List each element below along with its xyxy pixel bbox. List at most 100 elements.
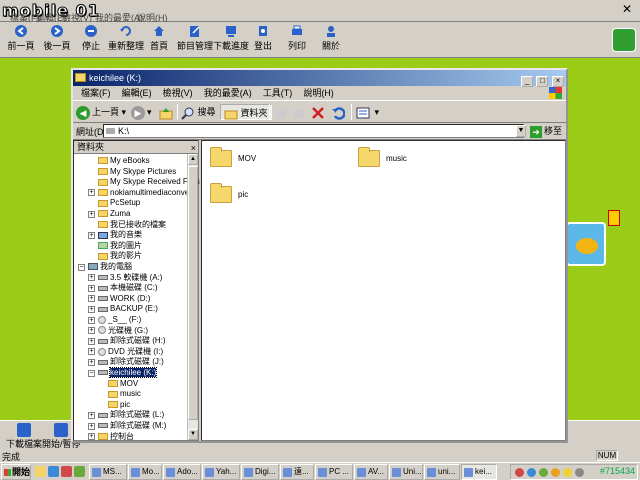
task-button[interactable]: Ado... bbox=[163, 464, 201, 480]
start-button[interactable]: 開始 bbox=[1, 464, 31, 480]
tree-item[interactable]: 光碟機 (G:) bbox=[98, 326, 148, 336]
task-button[interactable]: Uni... bbox=[389, 464, 423, 480]
tree-item[interactable]: WORK (D:) bbox=[98, 294, 150, 304]
tree-item[interactable]: 3.5 軟碟機 (A:) bbox=[98, 273, 162, 283]
tree-item[interactable]: music bbox=[108, 389, 141, 399]
task-button[interactable]: 遠... bbox=[280, 464, 314, 480]
tree-item[interactable]: MOV bbox=[108, 379, 138, 389]
explorer-back-button[interactable]: ◀ 上一頁 ▾ bbox=[76, 104, 126, 120]
back-button[interactable]: 前一頁 bbox=[2, 24, 40, 52]
quicklaunch-app2-icon[interactable] bbox=[74, 466, 85, 477]
task-button[interactable]: Mo... bbox=[128, 464, 162, 480]
address-input[interactable]: K:\ bbox=[103, 124, 524, 138]
scroll-down-icon[interactable]: ▼ bbox=[188, 429, 198, 440]
expand-icon[interactable]: + bbox=[88, 327, 95, 335]
folder-item-pic[interactable]: pic bbox=[210, 183, 248, 207]
folder-item-music[interactable]: music bbox=[358, 147, 407, 171]
tree-item[interactable]: My Skype Received Files bbox=[98, 177, 200, 187]
tree-item[interactable]: 本機磁碟 (C:) bbox=[98, 283, 158, 293]
tree-item[interactable]: BACKUP (E:) bbox=[98, 304, 158, 314]
quicklaunch-app-icon[interactable] bbox=[61, 466, 72, 477]
menu-edit[interactable]: 編輯(E) bbox=[122, 86, 152, 100]
expand-icon[interactable]: + bbox=[88, 231, 95, 239]
tray-icon[interactable] bbox=[539, 468, 548, 477]
tray-icon[interactable] bbox=[515, 468, 524, 477]
menu-favorites[interactable]: 我的最愛(A) bbox=[204, 86, 252, 100]
tree-scrollbar[interactable]: ▲ ▼ bbox=[187, 154, 198, 440]
tree-item[interactable]: Zuma bbox=[98, 209, 130, 219]
quicklaunch-folder-icon[interactable] bbox=[35, 466, 46, 477]
forward-button[interactable]: 後一頁 bbox=[38, 24, 76, 52]
tree-item[interactable]: My eBooks bbox=[98, 156, 150, 166]
smiley-icon[interactable] bbox=[563, 468, 572, 477]
expand-icon[interactable]: + bbox=[88, 210, 95, 218]
tray-icon[interactable] bbox=[527, 468, 536, 477]
undo-button[interactable] bbox=[331, 104, 346, 120]
task-button[interactable]: Digi... bbox=[241, 464, 279, 480]
expand-icon[interactable]: + bbox=[88, 348, 95, 356]
tree-item[interactable]: 我的影片 bbox=[98, 251, 142, 261]
tree-item[interactable]: DVD 光碟機 (I:) bbox=[98, 347, 163, 357]
tray-icon[interactable] bbox=[551, 468, 560, 477]
task-button-active[interactable]: kei... bbox=[461, 464, 497, 480]
home-button[interactable]: 首頁 bbox=[140, 24, 178, 52]
print-button[interactable]: 列印 bbox=[278, 24, 316, 52]
explorer-forward-button[interactable]: ▶ ▾ bbox=[131, 104, 152, 120]
expand-icon[interactable]: + bbox=[88, 358, 95, 366]
up-folder-button[interactable] bbox=[159, 104, 173, 120]
go-button[interactable]: ➜ 移至 bbox=[530, 124, 562, 138]
copy-to-button[interactable] bbox=[292, 104, 306, 120]
menu-help[interactable]: 說明(H) bbox=[303, 86, 334, 100]
tree-item[interactable]: 控制台 bbox=[98, 432, 134, 442]
tree-item[interactable]: 卸除式磁碟 (J:) bbox=[98, 357, 164, 367]
menu-tools[interactable]: 工具(T) bbox=[263, 86, 293, 100]
delete-button[interactable] bbox=[311, 104, 325, 120]
folders-button[interactable]: 資料夾 bbox=[220, 104, 272, 120]
quicklaunch-ie-icon[interactable] bbox=[48, 466, 59, 477]
expand-icon[interactable]: + bbox=[88, 189, 95, 197]
expand-icon[interactable]: + bbox=[88, 305, 95, 313]
logout-button[interactable]: 登出 bbox=[244, 24, 282, 52]
tree-item[interactable]: 卸除式磁碟 (H:) bbox=[98, 336, 166, 346]
tree-item[interactable]: 卸除式磁碟 (L:) bbox=[98, 410, 164, 420]
close-icon[interactable]: ✕ bbox=[622, 2, 632, 16]
download-file-button[interactable]: 下載檔案 bbox=[6, 423, 42, 450]
move-to-button[interactable] bbox=[274, 104, 288, 120]
tree-item[interactable]: pic bbox=[108, 400, 130, 410]
tree-item[interactable]: 我已接收的檔案 bbox=[98, 220, 166, 230]
tree-item[interactable]: keichilee (K:) bbox=[98, 367, 158, 378]
task-button[interactable]: uni... bbox=[424, 464, 460, 480]
tree-item[interactable]: My Skype Pictures bbox=[98, 167, 176, 177]
tree-item[interactable]: 我的圖片 bbox=[98, 241, 142, 251]
expand-icon[interactable]: + bbox=[88, 284, 95, 292]
expand-icon[interactable]: + bbox=[88, 316, 95, 324]
tree-item[interactable]: 我的電腦 bbox=[88, 262, 132, 272]
tree-item[interactable]: 卸除式磁碟 (M:) bbox=[98, 421, 166, 431]
search-button[interactable]: 搜尋 bbox=[181, 104, 216, 120]
tray-icon[interactable] bbox=[575, 468, 584, 477]
menu-file[interactable]: 檔案(F) bbox=[81, 86, 111, 100]
tree-item[interactable]: PcSetup bbox=[98, 198, 140, 208]
task-button[interactable]: MS... bbox=[89, 464, 127, 480]
expand-icon[interactable]: + bbox=[88, 422, 95, 430]
task-button[interactable]: PC ... bbox=[315, 464, 353, 480]
task-button[interactable]: AV... bbox=[354, 464, 388, 480]
tree-item[interactable]: 我的音樂 bbox=[98, 230, 142, 240]
menu-view[interactable]: 檢視(V) bbox=[163, 86, 193, 100]
views-button[interactable]: ▾ bbox=[356, 104, 379, 120]
expand-icon[interactable]: + bbox=[88, 295, 95, 303]
scroll-up-icon[interactable]: ▲ bbox=[188, 154, 198, 165]
expand-icon[interactable]: + bbox=[88, 337, 95, 345]
window-titlebar[interactable]: keichilee (K:) _ □ × bbox=[73, 70, 566, 87]
expand-icon[interactable]: + bbox=[88, 433, 95, 441]
scrollbar-thumb[interactable] bbox=[188, 166, 198, 420]
collapse-icon[interactable]: − bbox=[78, 263, 85, 271]
expand-icon[interactable]: + bbox=[88, 411, 95, 419]
tree-item[interactable]: nokiamultimediaconverte bbox=[98, 188, 199, 198]
about-button[interactable]: 關於 bbox=[312, 24, 350, 52]
address-dropdown-icon[interactable]: ▼ bbox=[516, 125, 526, 137]
tree-item[interactable]: _S__ (F:) bbox=[98, 315, 141, 325]
collapse-icon[interactable]: − bbox=[88, 369, 95, 377]
expand-icon[interactable]: + bbox=[88, 274, 95, 282]
folder-item-mov[interactable]: MOV bbox=[210, 147, 256, 171]
